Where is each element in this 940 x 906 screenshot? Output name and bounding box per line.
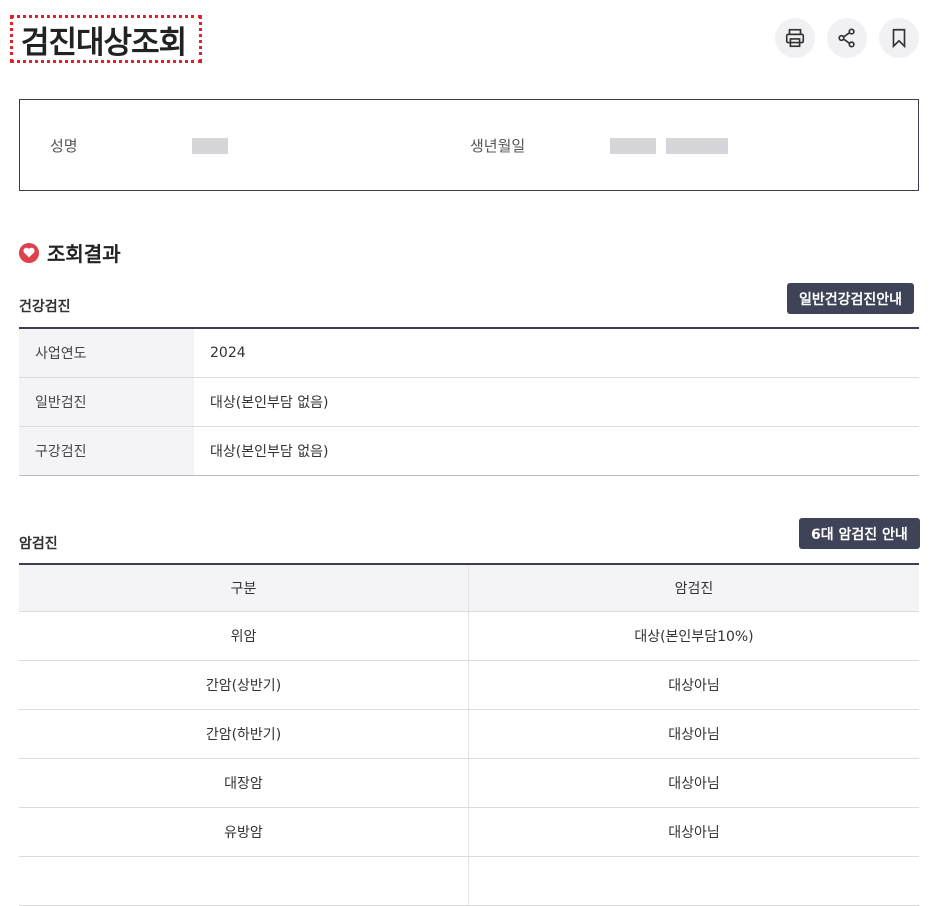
cell-status: 대상아님 bbox=[668, 825, 720, 841]
cell-status: 대상아님 bbox=[668, 776, 720, 792]
result-heading-text: 조회결과 bbox=[47, 242, 121, 266]
share-button[interactable] bbox=[827, 18, 867, 58]
cell-status: 대상(본인부담10%) bbox=[634, 629, 754, 645]
health-title: 건강검진 bbox=[19, 299, 71, 315]
bookmark-button[interactable] bbox=[879, 18, 919, 58]
table-row bbox=[19, 857, 919, 906]
table-row: 구강검진 대상(본인부담 없음) bbox=[19, 427, 919, 476]
cell-category: 간암(상반기) bbox=[19, 661, 469, 709]
cell-category bbox=[19, 857, 469, 905]
table-row: 간암(하반기) 대상아님 bbox=[19, 710, 919, 759]
cancer-table: 구분 암검진 위암 대상(본인부담10%) 간암(상반기) 대상아님 간암(하반… bbox=[19, 563, 919, 906]
result-heading: 조회결과 bbox=[19, 238, 121, 267]
cell-category: 대장암 bbox=[19, 759, 469, 807]
cell-category: 간암(하반기) bbox=[19, 710, 469, 758]
row-key: 사업연도 bbox=[19, 329, 194, 377]
row-value: 대상(본인부담 없음) bbox=[210, 395, 329, 411]
cell-category: 위암 bbox=[19, 612, 469, 660]
table-row: 위암 대상(본인부담10%) bbox=[19, 612, 919, 661]
table-row: 유방암 대상아님 bbox=[19, 808, 919, 857]
cell-category: 유방암 bbox=[19, 808, 469, 856]
share-icon bbox=[838, 28, 855, 48]
print-icon bbox=[785, 28, 805, 48]
header-category: 구분 bbox=[19, 565, 469, 611]
general-health-guide-button[interactable]: 일반건강검진안내 bbox=[787, 283, 915, 314]
table-row: 대장암 대상아님 bbox=[19, 759, 919, 808]
row-value: 대상(본인부담 없음) bbox=[210, 444, 329, 460]
row-key: 일반검진 bbox=[19, 378, 194, 426]
table-row: 사업연도 2024 bbox=[19, 329, 919, 378]
birth-label: 생년월일 bbox=[470, 137, 526, 155]
heart-icon bbox=[19, 242, 39, 263]
name-label: 성명 bbox=[50, 137, 78, 155]
table-header-row: 구분 암검진 bbox=[19, 565, 919, 612]
table-row: 간암(상반기) 대상아님 bbox=[19, 661, 919, 710]
page: 검진대상조회 성명 생년월일 조회결과 건강검진 일반건강검진안내 사업연도 2… bbox=[0, 0, 940, 906]
page-title: 검진대상조회 bbox=[21, 24, 187, 61]
name-value-redacted bbox=[192, 138, 228, 154]
cancer-title: 암검진 bbox=[19, 536, 58, 552]
row-key: 구강검진 bbox=[19, 427, 194, 475]
header-cancer-screening: 암검진 bbox=[674, 581, 714, 597]
cancer-guide-button[interactable]: 6대 암검진 안내 bbox=[799, 518, 920, 549]
health-table: 사업연도 2024 일반검진 대상(본인부담 없음) 구강검진 대상(본인부담 … bbox=[19, 327, 919, 476]
bookmark-icon bbox=[892, 28, 906, 49]
user-info-box: 성명 생년월일 bbox=[19, 99, 919, 191]
cell-status: 대상아님 bbox=[668, 678, 720, 694]
birth-value-redacted bbox=[610, 138, 728, 154]
row-value: 2024 bbox=[210, 345, 246, 361]
cell-status: 대상아님 bbox=[668, 727, 720, 743]
print-button[interactable] bbox=[775, 18, 815, 58]
page-title-box: 검진대상조회 bbox=[10, 15, 202, 63]
cell-status bbox=[469, 857, 919, 905]
table-row: 일반검진 대상(본인부담 없음) bbox=[19, 378, 919, 427]
